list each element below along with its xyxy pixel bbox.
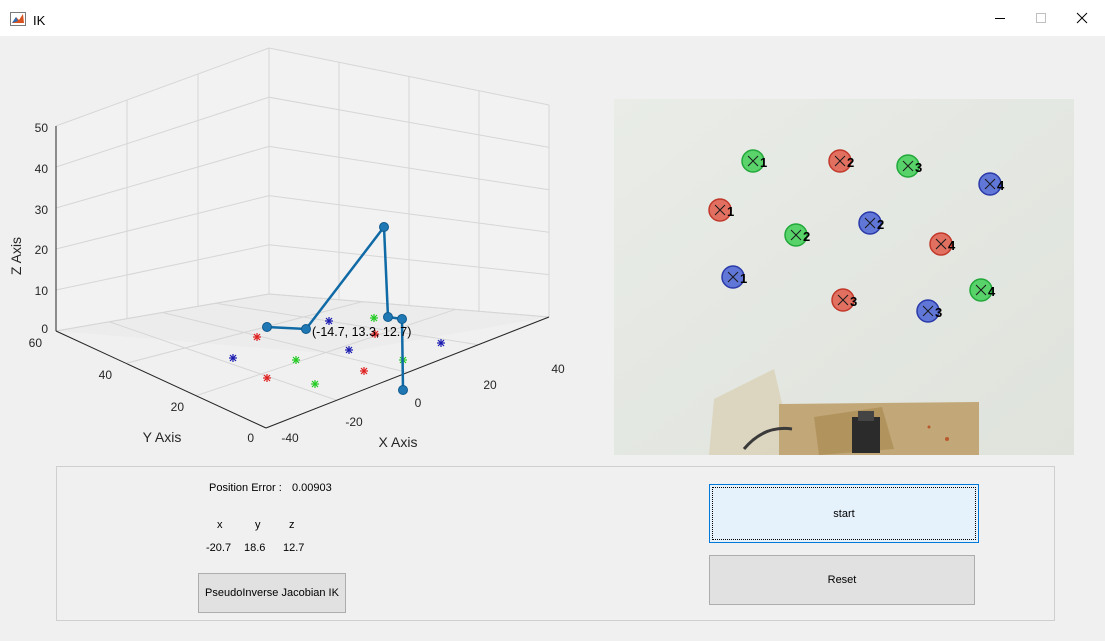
control-panel: Position Error : 0.00903 x y z -20.7 18.… [56,466,1055,621]
start-button[interactable]: start [709,484,979,543]
reset-button[interactable]: Reset [709,555,975,605]
ik-3d-plot[interactable]: 50 40 30 20 10 0 60 40 20 0 -40 -20 0 20… [8,36,598,466]
close-button[interactable] [1059,0,1105,36]
target-marker [229,354,237,362]
back-left-wall [56,48,269,331]
y-tick-label: 20 [171,400,185,414]
arm-joint [301,324,311,334]
camera-view: 1 2 3 4 1 2 2 4 1 3 3 4 [614,99,1074,455]
x-axis-label: X Axis [379,434,418,450]
z-tick-label: 40 [35,162,49,176]
x-tick-label: 0 [415,396,422,410]
camera-target-label: 1 [740,271,747,286]
arm-joint [262,322,272,332]
target-marker [325,317,333,325]
minimize-icon [995,18,1005,19]
title-bar: IK [0,0,1105,36]
z-axis-label: Z Axis [8,237,24,275]
arm-joint [397,314,407,324]
x-tick-label: 20 [483,378,497,392]
target-marker [263,374,271,382]
camera-target-label: 3 [915,160,922,175]
z-value: 12.7 [283,542,305,554]
camera-target-label: 2 [877,217,884,232]
camera-target-label: 4 [997,178,1005,193]
y-value: 18.6 [244,542,266,554]
z-tick-label: 10 [35,284,49,298]
arm-joint [379,222,389,232]
datatip-label: (-14.7, 13.3, 12.7) [312,325,411,339]
y-tick-label: 0 [247,431,254,445]
camera-target-label: 4 [988,284,996,299]
minimize-button[interactable] [977,0,1023,36]
x-header: x [217,519,223,531]
arm-joint [398,385,408,395]
camera-target-label: 1 [727,204,734,219]
window-title: IK [33,13,46,28]
target-marker [311,380,319,388]
target-marker [370,314,378,322]
y-tick-label: 60 [29,336,43,350]
pseudoinverse-ik-button[interactable]: PseudoInverse Jacobian IK [198,573,346,613]
arm-joint [383,312,393,322]
figure-content: 50 40 30 20 10 0 60 40 20 0 -40 -20 0 20… [8,36,1102,636]
x-tick-label: -40 [281,431,299,445]
z-axis-ticks: 50 40 30 20 10 0 [35,121,49,336]
maximize-button[interactable] [1018,0,1064,36]
camera-target-label: 4 [948,238,956,253]
maximize-icon [1036,13,1046,23]
camera-target-label: 2 [847,155,854,170]
x-tick-label: -20 [345,415,363,429]
target-marker [292,356,300,364]
position-error-value: 0.00903 [292,482,332,494]
z-tick-label: 30 [35,203,49,217]
z-tick-label: 20 [35,243,49,257]
z-tick-label: 0 [41,322,48,336]
x-tick-label: 40 [551,362,565,376]
y-axis-label: Y Axis [143,429,182,445]
camera-target-label: 1 [760,155,767,170]
x-axis-ticks: -40 -20 0 20 40 [281,362,565,445]
camera-target-label: 2 [803,229,810,244]
target-marker [253,333,261,341]
target-marker [437,339,445,347]
camera-target-label: 3 [850,294,857,309]
x-value: -20.7 [206,542,232,554]
y-axis-ticks: 60 40 20 0 [29,336,255,445]
y-header: y [255,519,261,531]
z-tick-label: 50 [35,121,49,135]
y-tick-label: 40 [99,368,113,382]
z-header: z [289,519,295,531]
camera-target-label: 3 [935,305,942,320]
target-marker [345,346,353,354]
position-error-label: Position Error : [209,482,282,494]
close-icon [1076,12,1088,24]
matlab-icon [10,12,26,26]
target-marker [360,367,368,375]
